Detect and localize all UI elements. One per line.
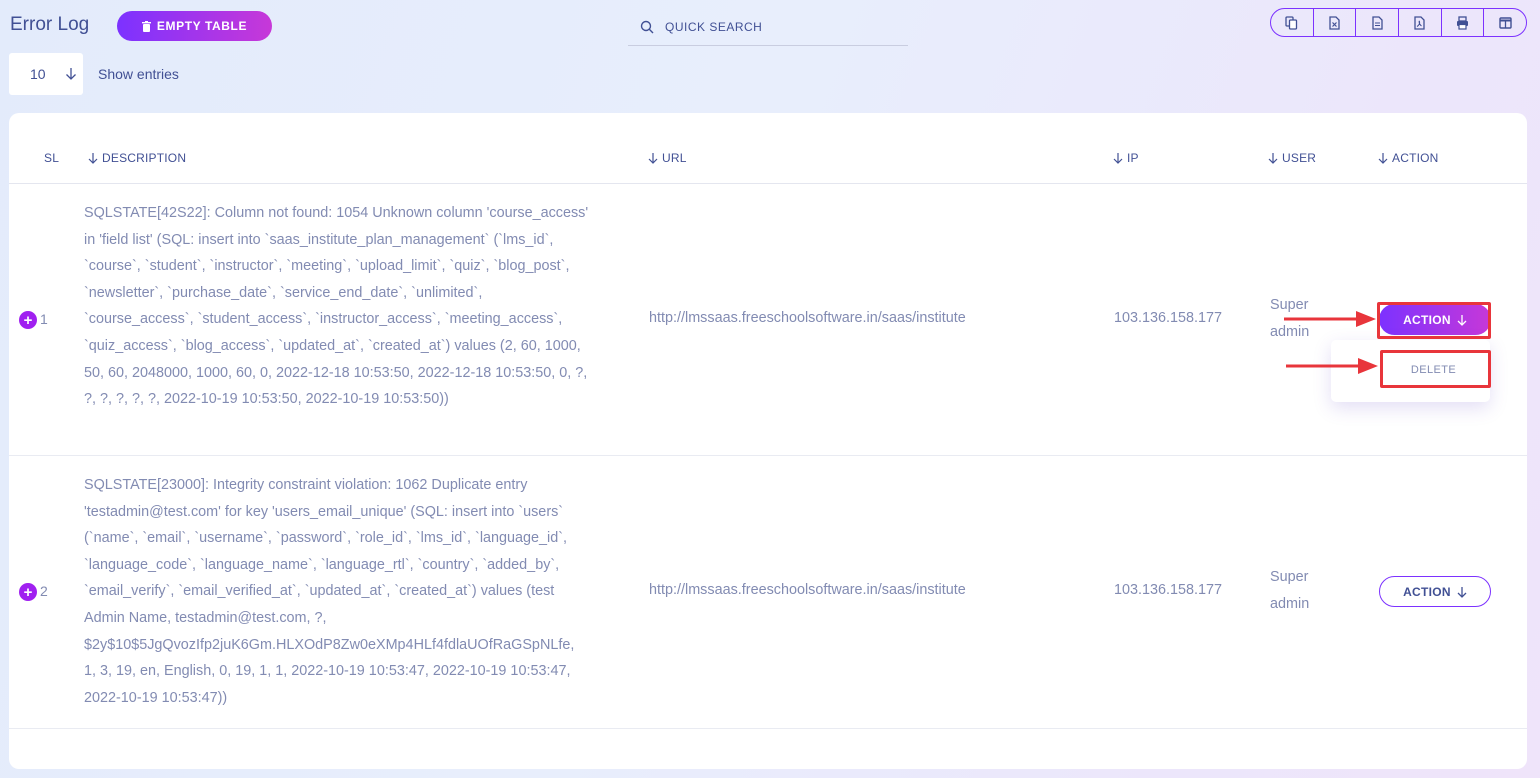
action-button-label: ACTION — [1403, 584, 1451, 599]
row-ip: 103.136.158.177 — [1114, 582, 1223, 598]
print-icon — [1457, 15, 1469, 30]
sort-arrow-icon — [1268, 153, 1278, 164]
csv-icon — [1372, 15, 1383, 30]
quick-search — [628, 8, 908, 46]
entries-select[interactable]: 10 — [9, 53, 83, 95]
column-header-label: SL — [44, 151, 60, 165]
pdf-button[interactable] — [1399, 9, 1442, 36]
excel-icon — [1329, 15, 1340, 30]
column-header-label: USER — [1282, 151, 1317, 165]
column-header-label: DESCRIPTION — [102, 151, 187, 165]
column-header-ip[interactable]: IP — [1113, 151, 1139, 165]
table-header: SL DESCRIPTION URL IP USER ACTION — [9, 113, 1527, 184]
copy-icon — [1285, 15, 1298, 30]
export-button-group — [1270, 8, 1527, 37]
row-user: Super admin — [1270, 569, 1310, 612]
trash-icon — [141, 20, 151, 32]
print-button[interactable] — [1442, 9, 1485, 36]
error-log-table: SL DESCRIPTION URL IP USER ACTION + 1 SQ… — [9, 113, 1527, 769]
delete-item-highlight — [1380, 350, 1491, 388]
arrow-down-icon — [1457, 586, 1467, 598]
column-header-sl[interactable]: SL — [44, 151, 59, 165]
column-header-user[interactable]: USER — [1268, 151, 1316, 165]
columns-button[interactable] — [1484, 9, 1526, 36]
columns-icon — [1498, 16, 1512, 29]
column-header-description[interactable]: DESCRIPTION — [88, 151, 186, 165]
csv-button[interactable] — [1356, 9, 1400, 36]
row-sl: 2 — [40, 583, 48, 599]
action-button-highlight — [1377, 302, 1491, 339]
pdf-icon — [1414, 15, 1425, 30]
row-description: SQLSTATE[42S22]: Column not found: 1054 … — [84, 205, 589, 408]
sort-arrow-icon — [1378, 153, 1388, 164]
column-header-label: ACTION — [1392, 151, 1439, 165]
page-title: Error Log — [10, 14, 90, 35]
copy-button[interactable] — [1271, 9, 1314, 36]
column-header-label: IP — [1127, 151, 1139, 165]
action-button[interactable]: ACTION — [1379, 576, 1491, 607]
expand-row-button[interactable]: + — [19, 583, 37, 601]
arrow-down-icon — [66, 68, 76, 80]
sort-arrow-icon — [648, 153, 658, 164]
annotation-arrow-icon — [1286, 358, 1378, 374]
quick-search-input[interactable] — [665, 19, 885, 34]
excel-button[interactable] — [1314, 9, 1357, 36]
entries-value: 10 — [30, 66, 46, 82]
show-entries-label: Show entries — [98, 66, 179, 82]
row-sl: 1 — [40, 311, 48, 327]
table-row: + 2 SQLSTATE[23000]: Integrity constrain… — [9, 456, 1527, 729]
search-icon — [640, 20, 654, 33]
row-url: http://lmssaas.freeschoolsoftware.in/saa… — [649, 310, 966, 326]
empty-table-label: EMPTY TABLE — [156, 19, 248, 33]
empty-table-button[interactable]: EMPTY TABLE — [117, 11, 272, 41]
column-header-label: URL — [662, 151, 687, 165]
column-header-url[interactable]: URL — [648, 151, 687, 165]
sort-arrow-icon — [1113, 153, 1123, 164]
column-header-action[interactable]: ACTION — [1378, 151, 1439, 165]
expand-row-button[interactable]: + — [19, 311, 37, 329]
row-url: http://lmssaas.freeschoolsoftware.in/saa… — [649, 582, 966, 598]
row-description: SQLSTATE[23000]: Integrity constraint vi… — [84, 477, 575, 706]
annotation-arrow-icon — [1284, 311, 1376, 327]
row-ip: 103.136.158.177 — [1114, 310, 1223, 326]
sort-arrow-icon — [88, 153, 98, 164]
